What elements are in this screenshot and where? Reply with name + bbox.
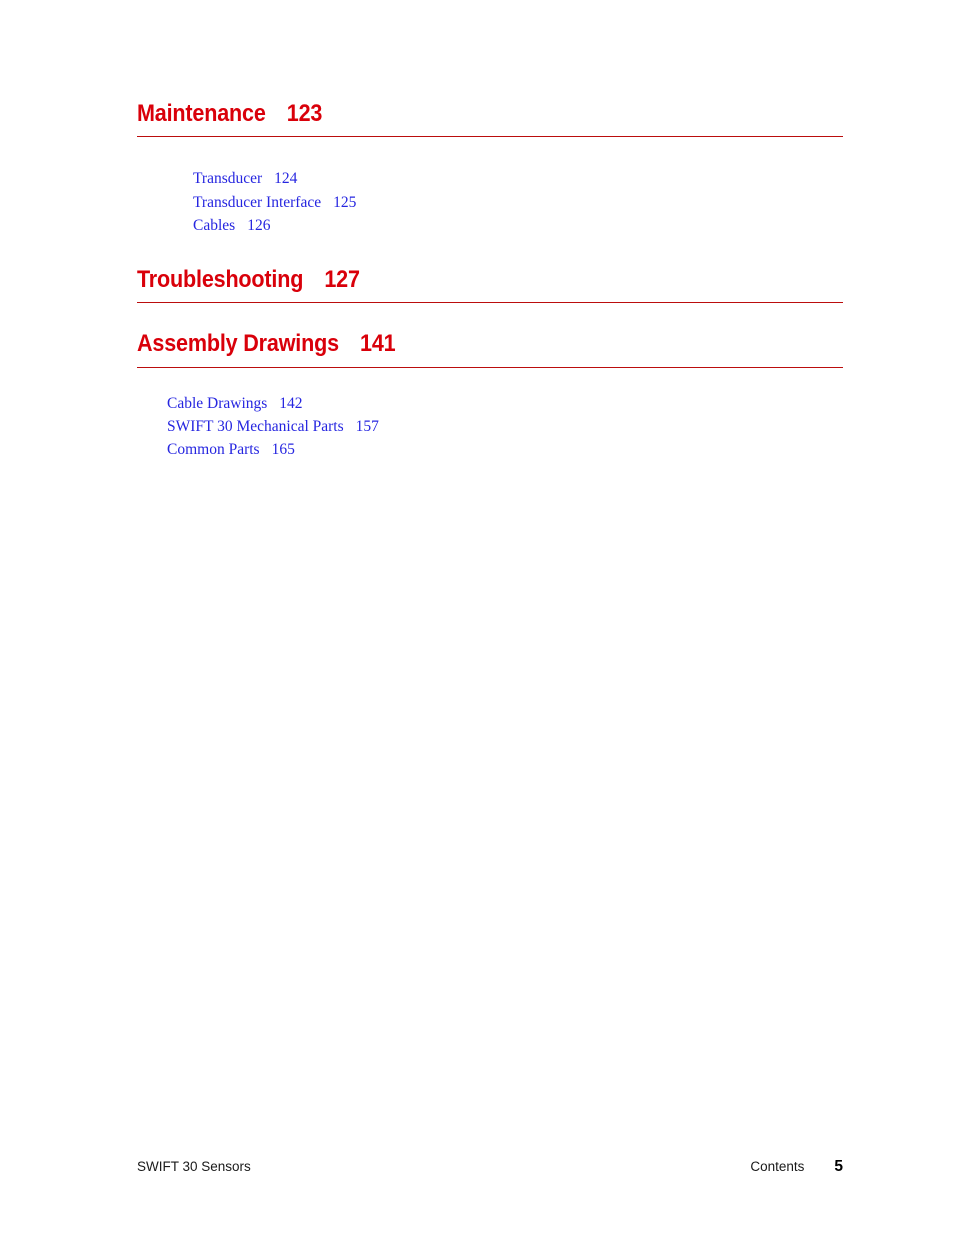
toc-chapter-assembly-drawings: Assembly Drawings 141 [137, 330, 843, 368]
toc-chapter-heading[interactable]: Maintenance 123 [137, 100, 758, 127]
toc-entry-page-number: 157 [355, 417, 379, 435]
toc-entry-page-number: 126 [247, 217, 271, 235]
footer-document-title: SWIFT 30 Sensors [137, 1159, 251, 1174]
toc-chapter-page-number: 123 [286, 100, 323, 127]
footer-page-number: 5 [834, 1158, 843, 1175]
footer-right-group: Contents 5 [750, 1158, 843, 1176]
toc-chapter-heading[interactable]: Troubleshooting 127 [137, 266, 758, 293]
footer-section-label: Contents [750, 1159, 805, 1174]
document-page: Maintenance 123 Transducer 124 Transduce… [0, 0, 954, 1235]
toc-chapter-page-number: 141 [360, 330, 396, 358]
toc-entry[interactable]: Common Parts 165 [167, 438, 843, 461]
toc-entry[interactable]: Transducer 124 [193, 167, 843, 190]
toc-entry-page-number: 142 [279, 394, 303, 412]
toc-chapter-title: Troubleshooting [137, 265, 304, 293]
toc-entry-label: Cable Drawings [167, 394, 268, 412]
table-of-contents: Maintenance 123 Transducer 124 Transduce… [137, 100, 843, 462]
toc-chapter-page-number: 127 [324, 265, 360, 293]
toc-entry-page-number: 124 [274, 170, 298, 188]
toc-chapter-title: Assembly Drawings [137, 330, 339, 358]
toc-entry-list-maintenance: Transducer 124 Transducer Interface 125 … [193, 167, 843, 237]
toc-entry-list-assembly-drawings: Cable Drawings 142 SWIFT 30 Mechanical P… [167, 392, 843, 462]
toc-entry[interactable]: Transducer Interface 125 [193, 191, 843, 214]
toc-entry-label: Transducer Interface [193, 193, 322, 211]
toc-chapter-title: Maintenance [137, 100, 266, 127]
toc-entry-label: Transducer [193, 170, 263, 188]
toc-entry[interactable]: SWIFT 30 Mechanical Parts 157 [167, 415, 843, 438]
toc-chapter-maintenance: Maintenance 123 [137, 100, 843, 138]
toc-entry-page-number: 125 [333, 193, 357, 211]
toc-entry[interactable]: Cables 126 [193, 214, 843, 237]
page-footer: SWIFT 30 Sensors Contents 5 [137, 1158, 843, 1176]
toc-entry-label: Common Parts [167, 441, 260, 459]
toc-entry[interactable]: Cable Drawings 142 [167, 392, 843, 415]
toc-entry-label: SWIFT 30 Mechanical Parts [167, 417, 344, 435]
toc-entry-label: Cables [193, 217, 236, 235]
toc-chapter-troubleshooting: Troubleshooting 127 [137, 266, 843, 304]
toc-chapter-heading[interactable]: Assembly Drawings 141 [137, 330, 758, 357]
toc-entry-page-number: 165 [271, 441, 295, 459]
